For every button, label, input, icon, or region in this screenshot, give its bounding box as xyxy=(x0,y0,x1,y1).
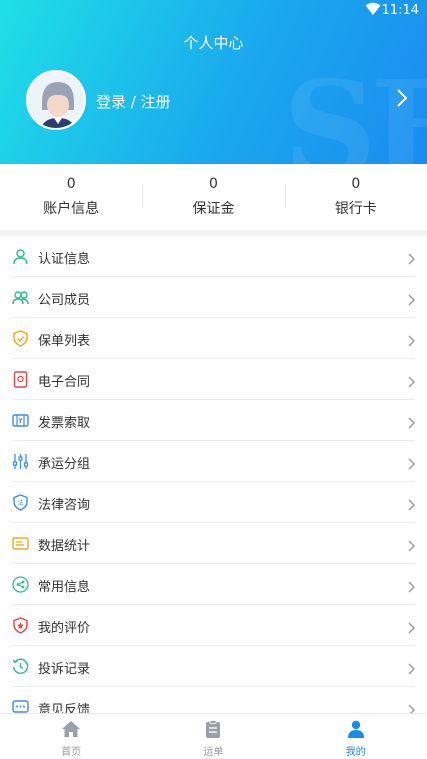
chevron-right-icon xyxy=(408,332,415,351)
bottom-tab-bar: 首页 运单 我的 xyxy=(0,713,427,759)
clipboard-icon xyxy=(205,720,221,742)
menu-item-e-contract[interactable]: 电子合同 xyxy=(12,359,415,400)
sliders-icon xyxy=(12,453,29,470)
stat-account-info[interactable]: 0 账户信息 xyxy=(0,164,142,230)
svg-text:法: 法 xyxy=(17,499,23,507)
wifi-icon xyxy=(365,2,381,20)
page-title: 个人中心 xyxy=(183,34,244,52)
menu-item-invoice-request[interactable]: 发票索取 xyxy=(12,400,415,441)
menu-item-complaint-records[interactable]: 投诉记录 xyxy=(12,646,415,687)
share-icon xyxy=(12,576,29,593)
chevron-right-icon xyxy=(408,660,415,679)
tab-label: 首页 xyxy=(61,747,82,758)
tab-waybill[interactable]: 运单 xyxy=(142,714,284,759)
stat-label: 账户信息 xyxy=(43,201,100,217)
chevron-right-icon xyxy=(408,537,415,556)
history-icon xyxy=(12,658,29,675)
feedback-icon xyxy=(12,699,29,713)
menu-item-label: 公司成员 xyxy=(38,293,91,308)
menu-item-data-statistics[interactable]: 数据统计 xyxy=(12,523,415,564)
user-icon xyxy=(12,248,29,265)
menu-item-label: 保单列表 xyxy=(38,334,91,349)
profile-header: 11:14 SF 个人中心 登录 / 注册 xyxy=(0,0,427,164)
menu-item-label: 发票索取 xyxy=(38,416,91,431)
chevron-right-icon xyxy=(408,291,415,310)
menu-item-my-reviews[interactable]: 我的评价 xyxy=(12,605,415,646)
chevron-right-icon xyxy=(408,250,415,269)
stat-bank-card[interactable]: 0 银行卡 xyxy=(284,164,427,230)
menu-item-label: 我的评价 xyxy=(38,621,91,636)
stat-value: 0 xyxy=(351,176,361,192)
tab-label: 我的 xyxy=(345,747,366,758)
chevron-right-icon[interactable] xyxy=(397,89,408,111)
law-icon: 法 xyxy=(12,494,29,511)
chevron-right-icon xyxy=(408,455,415,474)
stat-value: 0 xyxy=(66,176,76,192)
menu-item-label: 意见反馈 xyxy=(38,703,91,713)
chevron-right-icon xyxy=(408,373,415,392)
menu-list: 认证信息 公司成员 保单列表 电子合同 发票索取 承运分组 法 法律咨询 数据统… xyxy=(0,236,427,713)
chevron-right-icon xyxy=(408,414,415,433)
invoice-icon xyxy=(12,412,29,429)
contract-icon xyxy=(12,371,29,388)
login-register-link[interactable]: 登录 / 注册 xyxy=(96,91,171,112)
stat-deposit[interactable]: 0 保证金 xyxy=(142,164,284,230)
person-icon xyxy=(347,720,365,742)
tab-mine[interactable]: 我的 xyxy=(285,714,427,759)
menu-item-label: 数据统计 xyxy=(38,539,91,554)
menu-item-carrier-groups[interactable]: 承运分组 xyxy=(12,441,415,482)
chevron-right-icon xyxy=(408,578,415,597)
menu-item-common-info[interactable]: 常用信息 xyxy=(12,564,415,605)
chevron-right-icon xyxy=(408,619,415,638)
menu-item-label: 投诉记录 xyxy=(38,662,91,677)
stat-value: 0 xyxy=(209,176,218,192)
menu-item-verification[interactable]: 认证信息 xyxy=(12,236,415,277)
chevron-right-icon xyxy=(408,496,415,515)
tab-label: 运单 xyxy=(203,747,224,758)
menu-item-feedback[interactable]: 意见反馈 xyxy=(12,687,415,713)
menu-item-legal-consulting[interactable]: 法 法律咨询 xyxy=(12,482,415,523)
shield-check-icon xyxy=(12,330,29,347)
menu-item-policy-list[interactable]: 保单列表 xyxy=(12,318,415,359)
menu-item-label: 承运分组 xyxy=(38,457,91,472)
home-icon xyxy=(61,720,81,742)
avatar[interactable] xyxy=(26,70,86,130)
stats-icon xyxy=(12,535,29,552)
members-icon xyxy=(12,289,29,306)
menu-item-label: 电子合同 xyxy=(38,375,91,390)
menu-item-label: 法律咨询 xyxy=(38,498,91,513)
chevron-right-icon xyxy=(408,701,415,713)
status-time: 11:14 xyxy=(381,3,419,18)
menu-item-label: 认证信息 xyxy=(38,252,91,267)
menu-item-company-members[interactable]: 公司成员 xyxy=(12,277,415,318)
stat-label: 保证金 xyxy=(192,201,235,217)
review-icon xyxy=(12,617,29,634)
menu-item-label: 常用信息 xyxy=(38,580,91,595)
tab-home[interactable]: 首页 xyxy=(0,714,142,759)
status-bar: 11:14 xyxy=(0,0,427,22)
stat-label: 银行卡 xyxy=(334,201,377,217)
account-stats: 0 账户信息 0 保证金 0 银行卡 xyxy=(0,164,427,230)
